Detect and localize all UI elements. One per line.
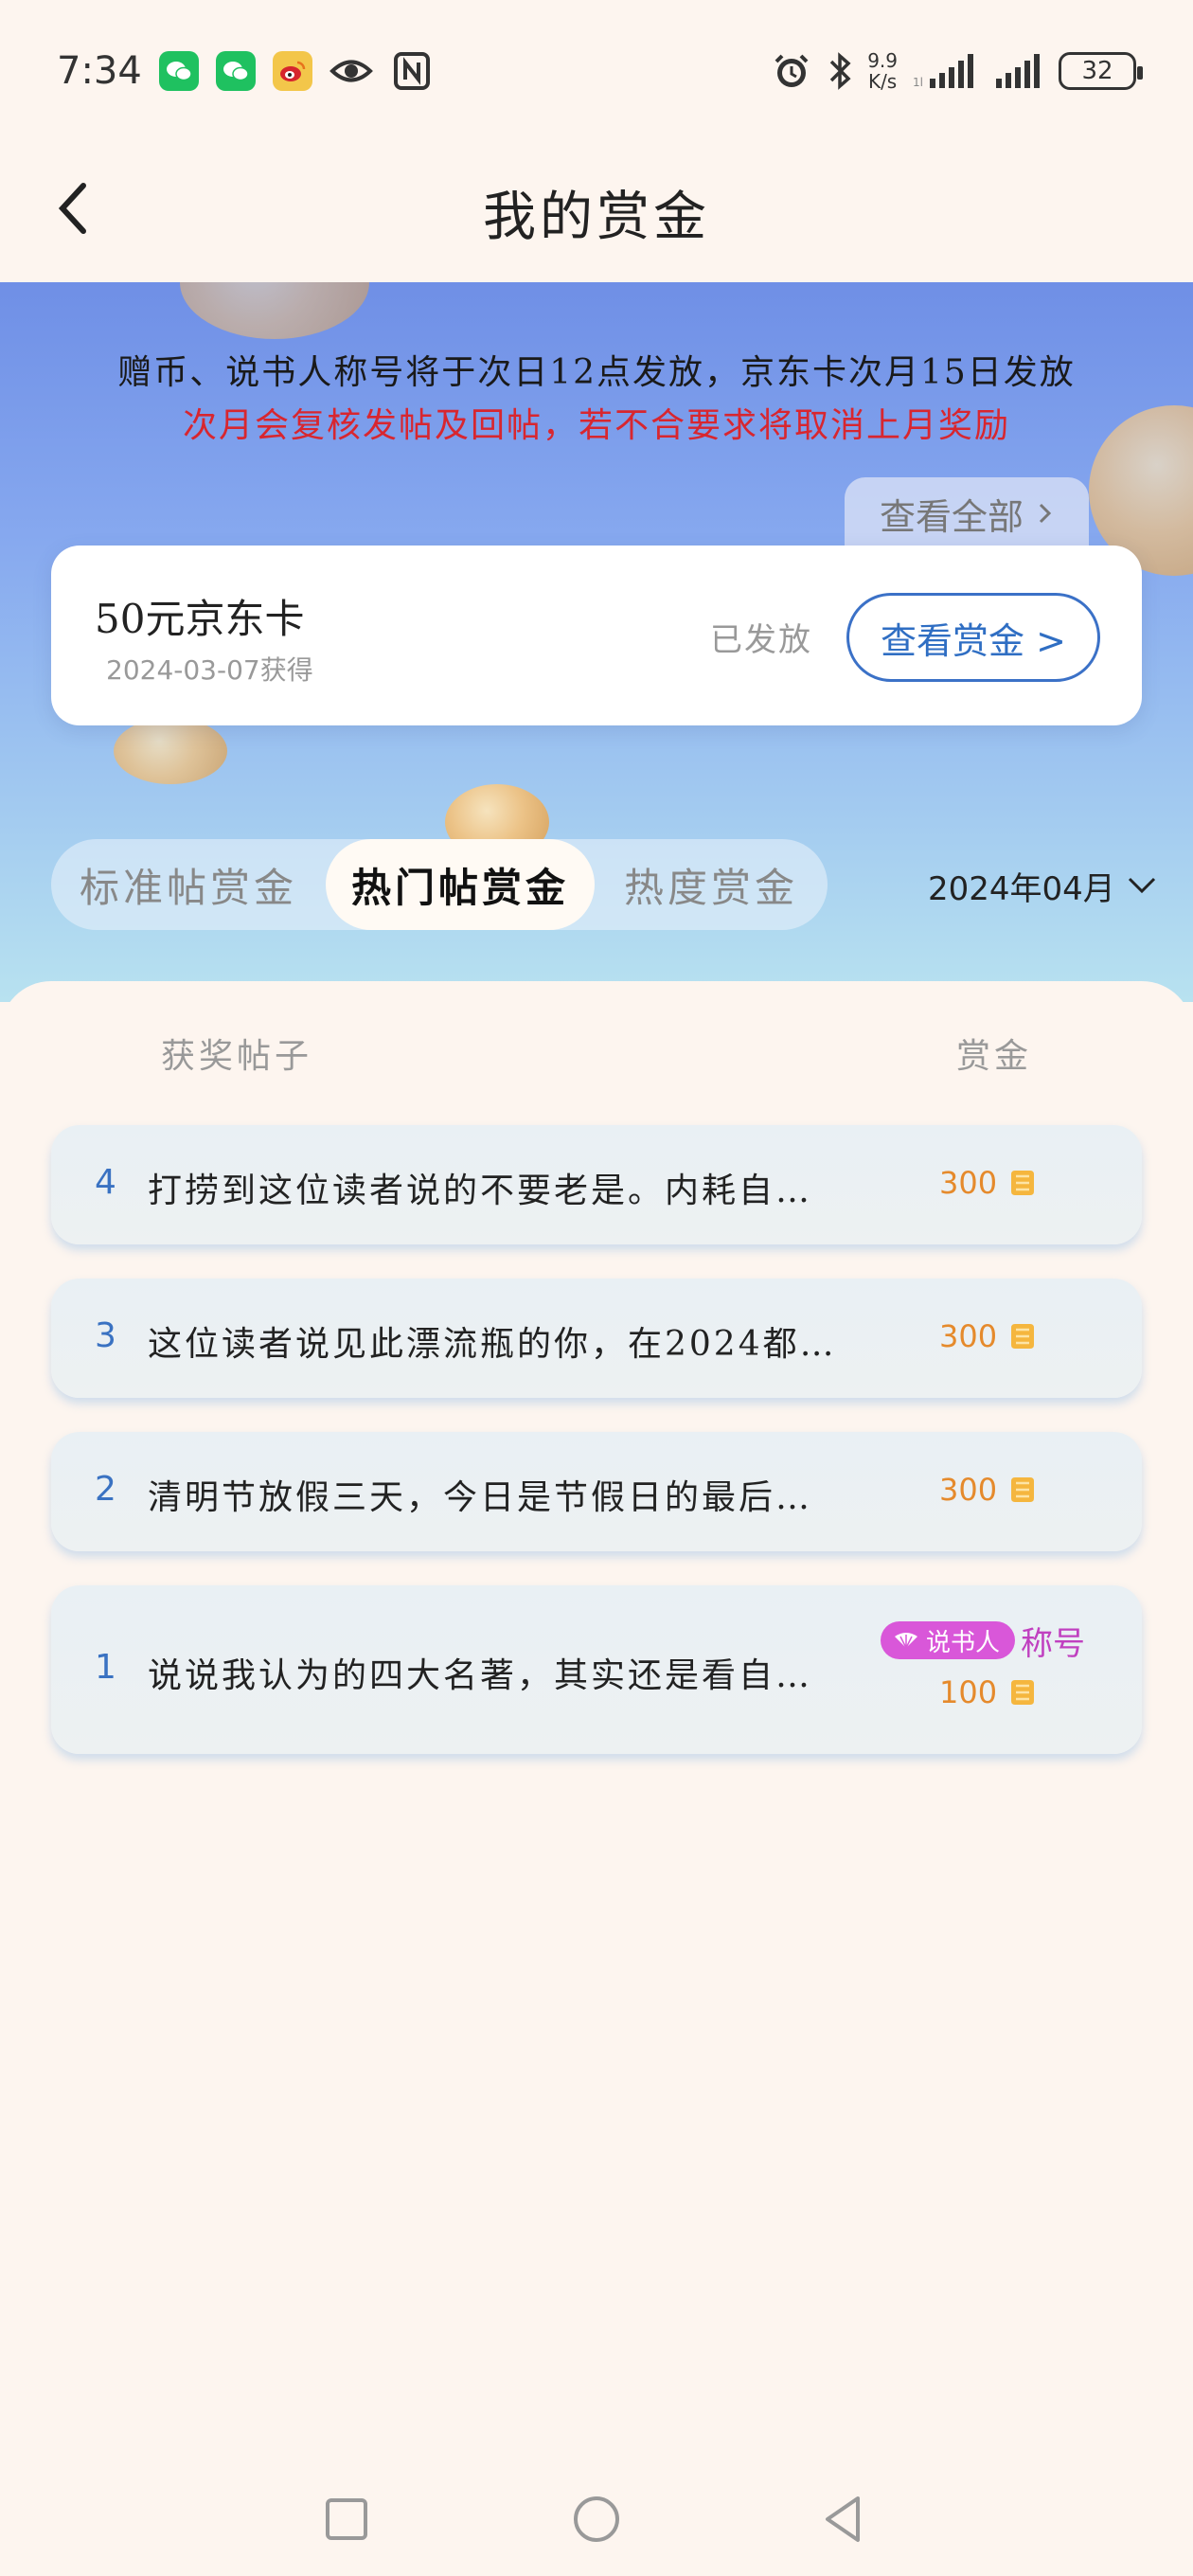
list-item[interactable]: 3 这位读者说见此漂流瓶的你，在2024都… 300: [51, 1279, 1142, 1398]
signal-icon: [996, 54, 1040, 88]
reward-card: 50元京东卡 2024-03-07获得 已发放 查看赏金 >: [51, 546, 1142, 725]
alarm-icon: [775, 54, 809, 87]
amount-value: 300: [939, 1165, 998, 1201]
home-button[interactable]: [568, 2491, 625, 2548]
storyteller-tag-label: 说书人: [926, 1628, 1001, 1657]
signal-icon: 1l: [913, 54, 973, 89]
row-amount: 300: [939, 1472, 1039, 1508]
storyteller-tag: 说书人: [881, 1621, 1016, 1659]
reward-type-tabs: 标准帖赏金 热门帖赏金 热度赏金: [51, 839, 828, 930]
speed-value: 9.9: [867, 49, 898, 72]
coin-icon: [1011, 1324, 1035, 1349]
page-title: 我的赏金: [483, 186, 710, 248]
row-rank: 4: [95, 1163, 116, 1202]
list-item[interactable]: 4 打捞到这位读者说的不要老是。内耗自… 300: [51, 1125, 1142, 1244]
status-time: 7:34: [57, 49, 142, 93]
recent-apps-button[interactable]: [318, 2491, 375, 2548]
chevron-right-icon: [1039, 503, 1052, 524]
coin-icon: [1011, 1171, 1035, 1195]
page-header: 我的赏金: [0, 142, 1193, 282]
wechat-icon: [215, 51, 256, 91]
month-label: 2024年04月: [928, 869, 1115, 908]
network-speed: 9.9 K/s: [867, 50, 898, 92]
chevron-down-icon: [1128, 877, 1155, 894]
tab-popularity[interactable]: 热度赏金: [595, 839, 828, 930]
month-selector[interactable]: 2024年04月: [928, 862, 1157, 909]
battery-indicator: 32: [1059, 52, 1143, 90]
system-indicators: 9.9 K/s 1l 32: [771, 50, 1143, 92]
row-title: 这位读者说见此漂流瓶的你，在2024都…: [148, 1325, 837, 1364]
tab-hot-post[interactable]: 热门帖赏金: [326, 839, 595, 930]
column-header-post: 获奖帖子: [161, 1037, 313, 1076]
view-reward-button[interactable]: 查看赏金 >: [846, 593, 1100, 682]
notice-distribution: 赠币、说书人称号将于次日12点发放，京东卡次月15日发放: [117, 353, 1076, 392]
storyteller-title-badge: 说书人 称号: [881, 1621, 1085, 1663]
title-suffix: 称号: [1021, 1624, 1086, 1663]
row-amount: 300: [939, 1318, 1039, 1354]
reward-status: 已发放: [710, 621, 812, 659]
back-nav-button[interactable]: [816, 2491, 873, 2548]
view-all-label: 查看全部: [879, 495, 1024, 538]
notification-icons: [158, 51, 434, 91]
svg-text:1l: 1l: [913, 76, 923, 89]
list-item[interactable]: 1 说说我认为的四大名著，其实还是看自… 说书人 称号 100: [51, 1585, 1142, 1754]
decorative-coin: [180, 282, 369, 339]
weibo-icon: [272, 51, 312, 91]
nfc-icon: [393, 52, 430, 90]
reward-date: 2024-03-07获得: [106, 654, 313, 686]
speed-unit: K/s: [867, 70, 898, 93]
coin-icon: [1011, 1680, 1035, 1705]
row-rank: 2: [95, 1470, 116, 1509]
row-rank: 1: [95, 1648, 116, 1687]
row-amount: 100: [939, 1674, 1039, 1710]
row-title: 打捞到这位读者说的不要老是。内耗自…: [148, 1172, 813, 1210]
amount-value: 100: [939, 1674, 998, 1710]
notice-review: 次月会复核发帖及回帖，若不合要求将取消上月奖励: [182, 406, 1010, 445]
view-all-button[interactable]: 查看全部: [845, 477, 1089, 549]
bluetooth-icon: [829, 52, 851, 90]
row-title: 清明节放假三天，今日是节假日的最后…: [148, 1478, 813, 1517]
row-title: 说说我认为的四大名著，其实还是看自…: [148, 1656, 813, 1695]
fan-icon: [895, 1633, 917, 1649]
tab-standard-post[interactable]: 标准帖赏金: [51, 839, 326, 930]
row-amount: 300: [939, 1165, 1039, 1201]
column-header-reward: 赏金: [956, 1037, 1033, 1076]
system-navigation-bar: [0, 2462, 1193, 2576]
eye-icon: [329, 60, 373, 82]
coin-icon: [1011, 1477, 1035, 1502]
row-rank: 3: [95, 1316, 116, 1355]
amount-value: 300: [939, 1318, 998, 1354]
status-bar: 7:34 9.9 K/s 1l 32: [0, 0, 1193, 142]
amount-value: 300: [939, 1472, 998, 1508]
list-item[interactable]: 2 清明节放假三天，今日是节假日的最后… 300: [51, 1432, 1142, 1551]
decorative-coin: [114, 718, 227, 784]
wechat-icon: [158, 51, 199, 91]
reward-name: 50元京东卡: [95, 596, 305, 642]
back-button[interactable]: [45, 170, 102, 246]
